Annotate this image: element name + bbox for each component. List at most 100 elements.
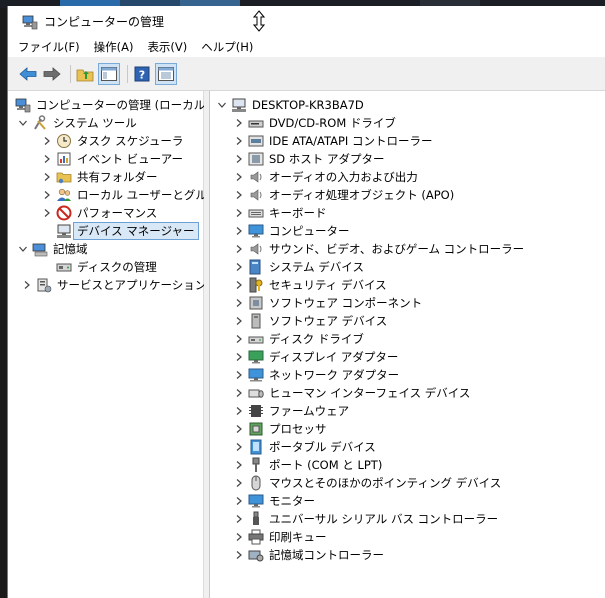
device-category-row[interactable]: ソフトウェア コンポーネント — [234, 294, 422, 312]
chevron-right-icon[interactable] — [234, 244, 244, 254]
chevron-right-icon[interactable] — [234, 226, 244, 236]
device-category-row[interactable]: オーディオの入力および出力 — [234, 168, 418, 186]
device-category-row[interactable]: ユニバーサル シリアル バス コントローラー — [234, 510, 498, 528]
chevron-right-icon[interactable] — [234, 208, 244, 218]
device-category-label: コンピューター — [269, 224, 350, 238]
back-arrow-icon[interactable] — [18, 64, 38, 84]
device-category-row[interactable]: システム デバイス — [234, 258, 364, 276]
tree-item-local-users[interactable]: ローカル ユーザーとグループ — [42, 186, 229, 204]
device-category-row[interactable]: ポータブル デバイス — [234, 438, 376, 456]
device-category-label: ファームウェア — [269, 404, 350, 418]
properties-icon[interactable] — [155, 62, 177, 85]
chevron-right-icon[interactable] — [234, 352, 244, 362]
software-device-icon — [248, 313, 264, 329]
tree-item-performance[interactable]: パフォーマンス — [42, 204, 157, 222]
chevron-right-icon[interactable] — [42, 208, 52, 218]
chevron-right-icon[interactable] — [42, 154, 52, 164]
chevron-right-icon[interactable] — [234, 316, 244, 326]
chevron-right-icon[interactable] — [234, 424, 244, 434]
device-category-row[interactable]: キーボード — [234, 204, 327, 222]
device-category-row[interactable]: セキュリティ デバイス — [234, 276, 387, 294]
device-category-row[interactable]: ファームウェア — [234, 402, 349, 420]
tree-root[interactable]: コンピューターの管理 (ローカル) — [15, 96, 210, 114]
device-category-row[interactable]: モニター — [234, 492, 315, 510]
device-category-row[interactable]: サウンド、ビデオ、およびゲーム コントローラー — [234, 240, 524, 258]
title-bar[interactable]: コンピューターの管理 — [8, 6, 605, 37]
chevron-right-icon[interactable] — [42, 172, 52, 182]
chevron-right-icon[interactable] — [234, 172, 244, 182]
device-tree-root[interactable]: DESKTOP-KR3BA7D — [217, 96, 364, 114]
menu-help[interactable]: ヘルプ(H) — [201, 39, 253, 55]
chevron-down-icon[interactable] — [217, 100, 227, 110]
device-category-label: SD ホスト アダプター — [269, 152, 385, 166]
device-category-row[interactable]: マウスとそのほかのポインティング デバイス — [234, 474, 501, 492]
tree-item-task-scheduler[interactable]: タスク スケジューラ — [42, 132, 183, 150]
menu-file[interactable]: ファイル(F) — [18, 39, 80, 55]
device-category-row[interactable]: IDE ATA/ATAPI コントローラー — [234, 132, 432, 150]
storage-controller-icon — [248, 547, 264, 563]
display-adapter-icon — [248, 349, 264, 365]
processor-icon — [248, 421, 264, 437]
chevron-right-icon[interactable] — [234, 118, 244, 128]
menu-action[interactable]: 操作(A) — [94, 39, 134, 55]
device-category-label: オーディオ処理オブジェクト (APO) — [269, 188, 455, 202]
chevron-right-icon[interactable] — [234, 460, 244, 470]
chevron-right-icon[interactable] — [234, 406, 244, 416]
device-category-row[interactable]: ソフトウェア デバイス — [234, 312, 387, 330]
tree-item-storage[interactable]: 記憶域 — [18, 240, 88, 258]
chevron-right-icon[interactable] — [234, 298, 244, 308]
device-category-label: ヒューマン インターフェイス デバイス — [269, 386, 471, 400]
forward-arrow-icon[interactable] — [42, 64, 62, 84]
monitor-icon — [248, 223, 264, 239]
device-category-row[interactable]: SD ホスト アダプター — [234, 150, 384, 168]
tree-item-label: デバイス マネージャー — [73, 222, 199, 240]
device-category-row[interactable]: ヒューマン インターフェイス デバイス — [234, 384, 470, 402]
tree-item-event-viewer[interactable]: イベント ビューアー — [42, 150, 183, 168]
window-title: コンピューターの管理 — [44, 15, 165, 29]
menu-view[interactable]: 表示(V) — [147, 39, 187, 55]
chevron-right-icon[interactable] — [234, 496, 244, 506]
device-category-row[interactable]: ディスプレイ アダプター — [234, 348, 398, 366]
chevron-right-icon[interactable] — [42, 136, 52, 146]
tree-item-disk-management[interactable]: ディスクの管理 — [56, 258, 157, 276]
chevron-right-icon[interactable] — [234, 280, 244, 290]
chevron-right-icon[interactable] — [234, 550, 244, 560]
navigation-tree: コンピューターの管理 (ローカル) システム ツール タスク スケジューラ イベ… — [8, 91, 229, 598]
device-category-row[interactable]: プロセッサ — [234, 420, 327, 438]
device-category-row[interactable]: コンピューター — [234, 222, 350, 240]
device-category-row[interactable]: 記憶域コントローラー — [234, 546, 384, 564]
show-hide-tree-icon[interactable] — [98, 62, 120, 85]
tree-item-services-apps[interactable]: サービスとアプリケーション — [22, 276, 206, 294]
device-category-row[interactable]: ディスク ドライブ — [234, 330, 364, 348]
device-category-row[interactable]: 印刷キュー — [234, 528, 327, 546]
printer-icon — [248, 529, 264, 545]
chevron-right-icon[interactable] — [234, 532, 244, 542]
tree-item-system-tools[interactable]: システム ツール — [18, 114, 137, 132]
tree-item-shared-folders[interactable]: 共有フォルダー — [42, 168, 158, 186]
device-category-row[interactable]: オーディオ処理オブジェクト (APO) — [234, 186, 454, 204]
chevron-right-icon[interactable] — [234, 370, 244, 380]
chevron-right-icon[interactable] — [234, 154, 244, 164]
up-folder-icon[interactable] — [75, 64, 95, 84]
chevron-right-icon[interactable] — [234, 190, 244, 200]
monitor-icon — [248, 493, 264, 509]
device-category-label: ポート (COM と LPT) — [269, 458, 383, 472]
chevron-right-icon[interactable] — [234, 136, 244, 146]
chevron-right-icon[interactable] — [234, 442, 244, 452]
chevron-right-icon[interactable] — [234, 478, 244, 488]
chevron-down-icon[interactable] — [18, 118, 28, 128]
device-category-row[interactable]: DVD/CD-ROM ドライブ — [234, 114, 396, 132]
event-log-icon — [56, 151, 72, 167]
chevron-right-icon[interactable] — [234, 514, 244, 524]
help-icon[interactable]: ? — [132, 64, 152, 84]
chevron-right-icon[interactable] — [22, 280, 32, 290]
chevron-right-icon[interactable] — [42, 190, 52, 200]
chevron-right-icon[interactable] — [234, 388, 244, 398]
device-category-row[interactable]: ポート (COM と LPT) — [234, 456, 382, 474]
tree-item-device-manager[interactable]: デバイス マネージャー — [56, 222, 199, 240]
menu-bar: ファイル(F) 操作(A) 表示(V) ヘルプ(H) — [8, 37, 605, 57]
chevron-right-icon[interactable] — [234, 334, 244, 344]
chevron-right-icon[interactable] — [234, 262, 244, 272]
chevron-down-icon[interactable] — [18, 244, 28, 254]
device-category-row[interactable]: ネットワーク アダプター — [234, 366, 399, 384]
